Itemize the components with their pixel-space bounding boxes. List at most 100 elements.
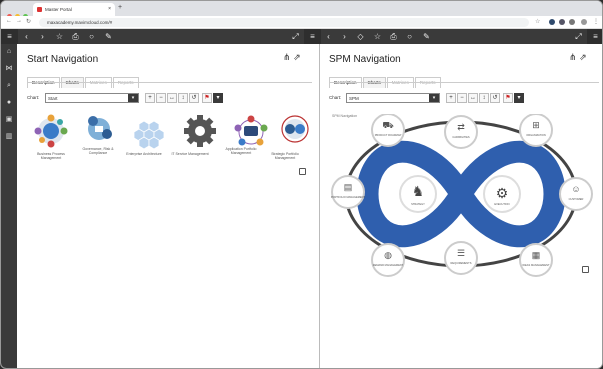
tab-divider [329,82,599,83]
highlight-icon[interactable]: ⚑ [503,93,513,103]
bpm-node[interactable] [34,114,68,148]
chart-select[interactable]: Start ▾ [45,93,139,103]
grc-label[interactable]: Governance, Risk & Compliance [76,147,120,155]
comment-right-icon[interactable]: ○ [401,29,418,44]
bpm-label[interactable]: Business Process Management [29,152,73,160]
ea-label[interactable]: Enterprise Architecture [122,152,166,156]
highlight-dropdown-icon[interactable]: ▾ [213,93,223,103]
right-menu-icon[interactable]: ≡ [587,29,602,44]
ring-node [519,243,553,277]
expand-left-pane-icon[interactable]: ⤢ [287,29,304,44]
itsm-label[interactable]: IT Service Management [168,152,212,156]
hierarchy-icon[interactable]: ⋈ [5,65,13,73]
reload-icon[interactable]: ↻ [26,18,31,25]
bookmark-star-icon[interactable]: ☆ [535,18,540,25]
org-chart-icon: ⊞ [532,120,540,130]
back-nav-icon[interactable]: ‹ [18,29,35,44]
zoom-out-button[interactable]: − [457,93,467,103]
pane-menu-icon[interactable]: ≡ [304,29,321,44]
spm-label[interactable]: Strategic Portfolio Management [263,152,307,160]
grc-node[interactable] [88,116,112,140]
portfolio-icon: ▤ [344,182,353,192]
forward-nav-icon[interactable]: › [34,29,51,44]
ea-node[interactable] [133,120,165,150]
chevron-down-icon: ▾ [128,94,138,102]
close-tab-icon[interactable]: × [108,6,111,12]
back-nav-right-icon[interactable]: ‹ [320,29,337,44]
fit-width-button[interactable]: ↔ [167,93,177,103]
tab-divider [27,82,312,83]
ring-node [444,241,478,275]
export-icon[interactable] [299,168,306,175]
diagram-icon[interactable]: ⋔ [569,52,577,62]
browser-tab-strip: Master Portal × + [1,1,602,19]
home-icon[interactable]: ⌂ [5,48,13,56]
share-icon[interactable]: ⇗ [579,52,587,62]
spm-diagram: ♞ ⚙ ⛟ ⇄ ⊞ ☺ ▦ ☰ ◍ ▤ PRODUCT ROADMAP CAPA… [331,114,593,277]
fit-height-button[interactable]: ↕ [479,93,489,103]
pin-icon[interactable]: ◇ [352,29,369,44]
cart-icon: ⛟ [382,120,393,130]
url-field[interactable]: maxacademy.mavimcloud.com/# [39,18,529,27]
briefcase-icon[interactable]: ▣ [5,116,13,124]
diagram-icon[interactable]: ⋔ [283,52,291,62]
infinity-loop [356,140,566,248]
share-icon[interactable]: ⇗ [293,52,301,62]
organization-label: ORGANIZATION [526,133,546,137]
extension-icon[interactable] [549,19,555,25]
forward-nav-right-icon[interactable]: › [336,29,353,44]
browser-window: Master Portal × + ← → ↻ maxacademy.mavim… [0,0,603,369]
fit-height-button[interactable]: ↕ [178,93,188,103]
chevron-down-icon: ▾ [429,94,439,102]
extension-icon[interactable] [569,19,575,25]
reset-button[interactable]: ↺ [189,93,199,103]
profile-avatar[interactable] [581,19,587,25]
ring-node [371,243,405,277]
expand-right-pane-icon[interactable]: ⤢ [570,29,587,44]
chart-select[interactable]: SPM ▾ [346,93,440,103]
ideas-icon: ▦ [532,250,541,260]
ring-node [331,175,365,209]
new-tab-button[interactable]: + [118,4,122,11]
sidebar: ⌂ ⋈ ⌕ ● ▣ ▥ [1,44,17,368]
browser-menu-icon[interactable]: ⋮ [593,18,599,25]
portfolio-management-label: PORTFOLIO MANAGEMENT [331,195,366,199]
requirements-label: REQUIREMENTS [451,261,472,265]
product-roadmap-label: PRODUCT ROADMAP [375,133,402,137]
chess-knight-icon: ♞ [412,183,425,199]
pane-header-icons: ⋔ ⇗ [569,52,587,63]
search-icon[interactable]: ⌕ [5,82,13,90]
capabilities-label: CAPABILITIES [452,135,470,139]
highlight-icon[interactable]: ⚑ [202,93,212,103]
comment-icon[interactable]: ○ [83,29,100,44]
chart-select-value: SPM [349,96,359,101]
edit-icon[interactable]: ✎ [100,29,117,44]
main-menu-icon[interactable]: ≡ [1,29,18,44]
highlight-dropdown-icon[interactable]: ▾ [514,93,524,103]
customer-label: CUSTOMER [569,197,584,201]
browser-tab[interactable]: Master Portal × [33,3,115,16]
user-icon[interactable]: ● [5,99,13,107]
itsm-gear-icon[interactable] [184,115,216,147]
spm-node[interactable] [281,115,309,143]
apm-label[interactable]: Application Portfolio Management [219,147,263,155]
library-icon[interactable]: ▥ [5,133,13,141]
apm-node[interactable] [234,115,268,146]
zoom-in-button[interactable]: + [446,93,456,103]
page-title: Start Navigation [27,54,99,65]
reset-button[interactable]: ↺ [490,93,500,103]
print-right-icon[interactable]: ⎙ [385,29,402,44]
edit-right-icon[interactable]: ✎ [418,29,435,44]
favorite-right-icon[interactable]: ☆ [369,29,386,44]
back-icon[interactable]: ← [6,18,12,24]
print-icon[interactable]: ⎙ [67,29,84,44]
tab-bar: DescriptionChartsMatricesReports [329,71,442,88]
chart-toolbar: Chart: SPM ▾ + − ↔ ↕ ↺ ⚑ ▾ [329,93,599,103]
export-icon[interactable] [582,266,589,273]
extension-icon[interactable] [559,19,565,25]
zoom-in-button[interactable]: + [145,93,155,103]
fit-width-button[interactable]: ↔ [468,93,478,103]
forward-icon[interactable]: → [16,18,22,24]
favorite-icon[interactable]: ☆ [51,29,68,44]
zoom-out-button[interactable]: − [156,93,166,103]
